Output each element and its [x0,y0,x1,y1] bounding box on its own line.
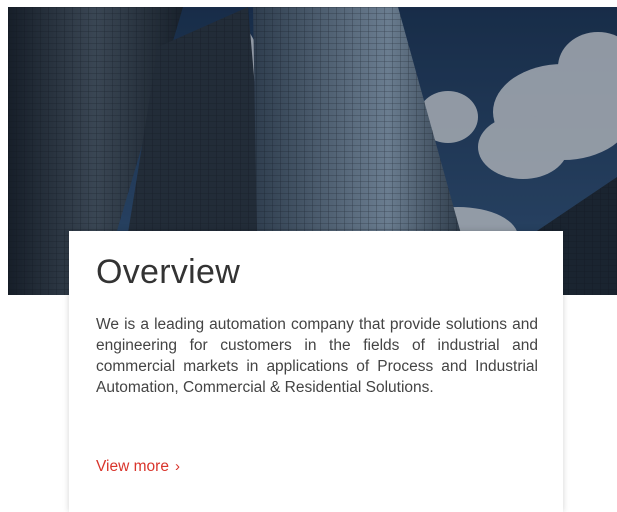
overview-title: Overview [96,253,241,291]
view-more-link[interactable]: View more › [96,458,180,476]
view-more-label: View more [96,458,169,475]
chevron-right-icon: › [174,458,180,475]
overview-card: Overview We is a leading automation comp… [69,231,563,512]
overview-description: We is a leading automation company that … [96,316,538,396]
page: Overview We is a leading automation comp… [0,0,617,512]
